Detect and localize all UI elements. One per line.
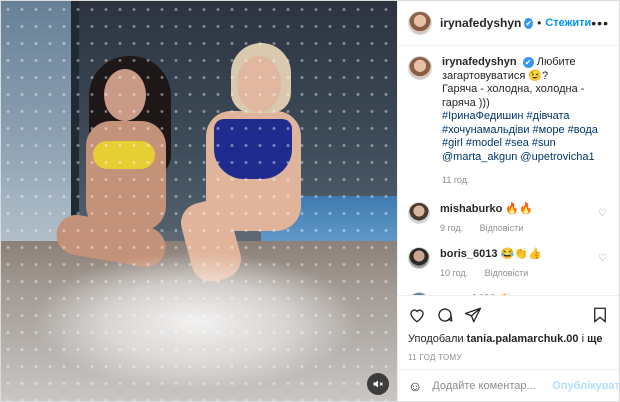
comment-text: 🔥🔥 <box>505 202 533 215</box>
comment-text: 😂👏👍 <box>500 247 542 260</box>
action-bar <box>398 295 619 333</box>
avatar[interactable] <box>408 201 430 224</box>
post-header: irynafedyshyn ✔ • Стежити ••• <box>398 1 619 46</box>
comment-input[interactable] <box>432 379 553 392</box>
share-icon[interactable] <box>464 306 482 324</box>
follow-button[interactable]: Стежити <box>545 17 591 29</box>
post-video[interactable] <box>1 1 397 401</box>
header-username[interactable]: irynafedyshyn <box>440 16 521 30</box>
verified-badge-icon: ✔ <box>524 17 534 29</box>
verified-badge-icon: ✔ <box>522 57 534 68</box>
likes-user[interactable]: tania.palamarchuk.00 <box>467 333 579 345</box>
post-sidebar: irynafedyshyn ✔ • Стежити ••• irynafedys… <box>397 1 620 401</box>
avatar[interactable] <box>408 246 430 269</box>
caption-username[interactable]: irynafedyshyn <box>442 56 517 68</box>
comment-icon[interactable] <box>436 306 454 324</box>
caption-time: 11 год. <box>442 175 470 185</box>
comment-time: 10 год. <box>440 267 469 278</box>
separator-dot: • <box>537 16 542 30</box>
avatar[interactable] <box>408 56 432 80</box>
comment-username[interactable]: mishaburko <box>440 203 502 215</box>
list-item: sanya6421 👏 ♡ <box>408 291 609 296</box>
caption-text: irynafedyshyn ✔ Любите загартовуватися 😉… <box>442 56 609 188</box>
likes-prefix: Уподобали <box>408 333 464 345</box>
likes-conj: і <box>581 333 585 345</box>
comment-text: 👏 <box>499 293 513 296</box>
caption-line2: Гаряча - холодна, холодна - гаряча ))) <box>442 83 585 109</box>
list-item: mishaburko 🔥🔥 9 год. Відповісти ♡ <box>408 201 609 233</box>
caption-mentions[interactable]: @marta_akgun @upetrovicha1 <box>442 151 595 163</box>
comment-body: mishaburko 🔥🔥 9 год. Відповісти <box>440 202 537 233</box>
comment-body: sanya6421 👏 <box>440 292 512 296</box>
heart-icon[interactable]: ♡ <box>598 208 607 219</box>
caption: irynafedyshyn ✔ Любите загартовуватися 😉… <box>408 56 609 188</box>
comment-body: boris_6013 😂👏👍 10 год. Відповісти <box>440 247 542 278</box>
avatar[interactable] <box>408 291 430 295</box>
reply-button[interactable]: Відповісти <box>480 223 524 233</box>
comment-username[interactable]: boris_6013 <box>440 248 497 260</box>
avatar[interactable] <box>408 11 432 35</box>
speaker-muted-icon <box>373 380 383 388</box>
reply-button[interactable]: Відповісти <box>485 268 529 278</box>
likes-others[interactable]: ще <box>587 333 602 345</box>
comments-section[interactable]: irynafedyshyn ✔ Любите загартовуватися 😉… <box>398 46 619 295</box>
likes-summary: Уподобали tania.palamarchuk.00 і ще <box>398 333 619 347</box>
comment-meta: 9 год. Відповісти <box>440 223 537 233</box>
heart-icon[interactable]: ♡ <box>598 253 607 264</box>
publish-button[interactable]: Опублікувати <box>552 380 620 392</box>
comment-time: 9 год. <box>440 222 464 233</box>
list-item: boris_6013 😂👏👍 10 год. Відповісти ♡ <box>408 246 609 278</box>
comment-meta: 10 год. Відповісти <box>440 268 542 278</box>
comment-username[interactable]: sanya6421 <box>440 293 496 296</box>
add-comment-bar: ☺ Опублікувати <box>398 369 620 401</box>
emoji-icon[interactable]: ☺ <box>408 378 422 394</box>
instagram-post: irynafedyshyn ✔ • Стежити ••• irynafedys… <box>0 0 620 402</box>
bookmark-icon[interactable] <box>591 306 609 324</box>
mute-button[interactable] <box>367 373 389 395</box>
heart-icon[interactable] <box>408 306 426 324</box>
water-droplets <box>1 1 397 401</box>
post-timestamp[interactable]: 11 ГОД ТОМУ <box>398 347 619 369</box>
caption-hashtags[interactable]: #ІринаФедишин #дівчата #хочунамальдіви #… <box>442 110 598 149</box>
more-options-icon[interactable]: ••• <box>591 15 609 31</box>
